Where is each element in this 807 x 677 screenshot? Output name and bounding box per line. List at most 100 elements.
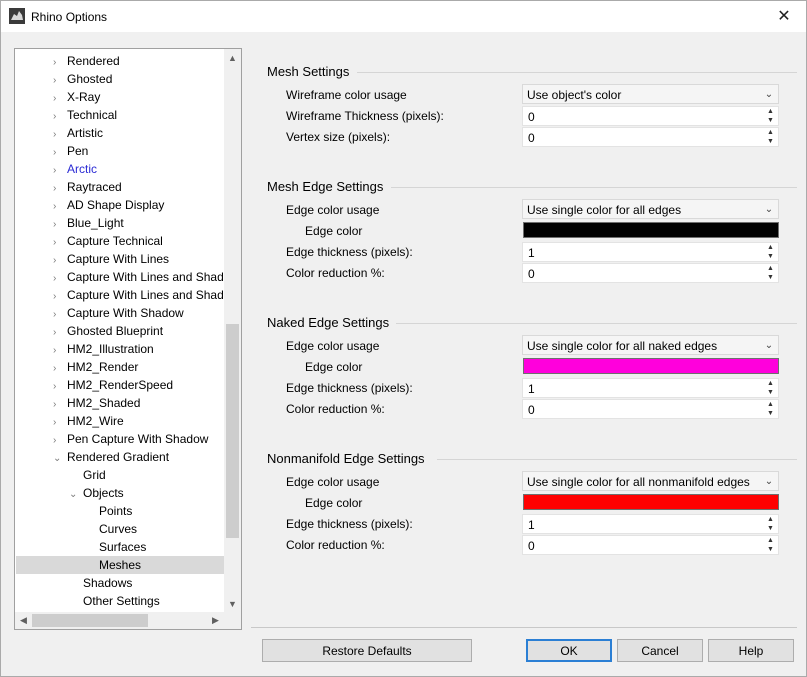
naked-edge-thickness-field[interactable]: 1 ▲ ▼ <box>522 378 779 398</box>
tree-item[interactable]: › HM2_Wire <box>15 412 124 430</box>
wireframe-thickness-field[interactable]: 0 ▲ ▼ <box>522 106 779 126</box>
tree-item[interactable]: › Ghosted <box>15 70 112 88</box>
tree-item[interactable]: Points <box>15 502 132 520</box>
hscroll-thumb[interactable] <box>32 614 148 627</box>
tree-item[interactable]: › Capture With Lines and Shado <box>15 268 230 286</box>
scroll-left-icon[interactable]: ◀ <box>15 612 32 629</box>
spin-up-icon[interactable]: ▲ <box>763 128 778 137</box>
tree-item[interactable]: › Blue_Light <box>15 214 124 232</box>
tree-item[interactable]: ⌄ Rendered Gradient <box>15 448 169 466</box>
options-tree[interactable]: › Rendered › Ghosted › X-Ray › Technical › Artist… <box>14 48 242 630</box>
edge-color-usage-dropdown[interactable]: Use single color for all edges ⌄ <box>522 199 779 219</box>
spin-down-icon[interactable]: ▼ <box>763 273 778 282</box>
spin-up-icon[interactable]: ▲ <box>763 515 778 524</box>
tree-item[interactable]: › Raytraced <box>15 178 122 196</box>
nonmanifold-reduction-field[interactable]: 0 ▲ ▼ <box>522 535 779 555</box>
tree-horizontal-scrollbar[interactable]: ◀ ▶ <box>15 612 224 629</box>
tree-item-label: Capture With Lines and Shado <box>67 288 231 302</box>
scroll-down-icon[interactable]: ▼ <box>224 595 241 612</box>
divider <box>396 323 797 324</box>
spin-down-icon[interactable]: ▼ <box>763 524 778 533</box>
tree-item[interactable]: › Ghosted Blueprint <box>15 322 163 340</box>
color-reduction-field[interactable]: 0 ▲ ▼ <box>522 263 779 283</box>
wireframe-color-dropdown[interactable]: Use object's color ⌄ <box>522 84 779 104</box>
spin-down-icon[interactable]: ▼ <box>763 409 778 418</box>
tree-item[interactable]: › Rendered <box>15 52 120 70</box>
tree-item[interactable]: › Capture With Lines <box>15 250 169 268</box>
chevron-down-icon[interactable]: ⌄ <box>760 336 778 354</box>
spin-down-icon[interactable]: ▼ <box>763 388 778 397</box>
naked-edge-color-usage-dropdown[interactable]: Use single color for all naked edges ⌄ <box>522 335 779 355</box>
nonmanifold-thickness-field[interactable]: 1 ▲ ▼ <box>522 514 779 534</box>
vertex-size-field[interactable]: 0 ▲ ▼ <box>522 127 779 147</box>
chevron-down-icon[interactable]: ⌄ <box>760 200 778 218</box>
tree-item[interactable]: Meshes <box>16 556 224 574</box>
tree-item[interactable]: › HM2_RenderSpeed <box>15 376 173 394</box>
tree-item-label: Curves <box>99 522 138 536</box>
tree-item[interactable]: › Pen <box>15 142 88 160</box>
tree-item[interactable]: › X-Ray <box>15 88 100 106</box>
naked-color-reduction-label: Color reduction %: <box>286 402 385 416</box>
tree-item[interactable]: › Artistic <box>15 124 103 142</box>
nonmanifold-color-usage-dropdown[interactable]: Use single color for all nonmanifold edg… <box>522 471 779 491</box>
spin-up-icon[interactable]: ▲ <box>763 400 778 409</box>
spin-up-icon[interactable]: ▲ <box>763 243 778 252</box>
cancel-button[interactable]: Cancel <box>617 639 703 662</box>
divider <box>437 459 797 460</box>
scroll-corner <box>224 612 241 629</box>
naked-color-reduction-field[interactable]: 0 ▲ ▼ <box>522 399 779 419</box>
tree-item[interactable]: › HM2_Render <box>15 358 138 376</box>
tree-item[interactable]: ⌄ Objects <box>15 484 124 502</box>
tree-item[interactable]: › Technical <box>15 106 117 124</box>
tree-item[interactable]: Surfaces <box>15 538 146 556</box>
tree-item[interactable]: › HM2_Illustration <box>15 340 154 358</box>
tree-vertical-scrollbar[interactable]: ▲ ▼ <box>224 49 241 612</box>
scroll-right-icon[interactable]: ▶ <box>207 612 224 629</box>
stepper[interactable]: ▲ ▼ <box>763 379 778 397</box>
stepper[interactable]: ▲ ▼ <box>763 400 778 418</box>
tree-item[interactable]: › Capture Technical <box>15 232 163 250</box>
spin-up-icon[interactable]: ▲ <box>763 264 778 273</box>
spin-down-icon[interactable]: ▼ <box>763 545 778 554</box>
tree-item[interactable]: Grid <box>15 466 106 484</box>
spin-up-icon[interactable]: ▲ <box>763 536 778 545</box>
spin-up-icon[interactable]: ▲ <box>763 107 778 116</box>
tree-item[interactable]: › Arctic <box>15 160 97 178</box>
spin-down-icon[interactable]: ▼ <box>763 137 778 146</box>
nonmanifold-color-swatch[interactable] <box>523 494 779 510</box>
scroll-thumb[interactable] <box>226 324 239 538</box>
restore-defaults-button[interactable]: Restore Defaults <box>262 639 472 662</box>
tree-item[interactable]: › HM2_Shaded <box>15 394 140 412</box>
stepper[interactable]: ▲ ▼ <box>763 536 778 554</box>
tree-item[interactable]: Curves <box>15 520 137 538</box>
spin-up-icon[interactable]: ▲ <box>763 379 778 388</box>
edge-thickness-field[interactable]: 1 ▲ ▼ <box>522 242 779 262</box>
ok-button[interactable]: OK <box>526 639 612 662</box>
tree-item-label: Points <box>99 504 133 518</box>
tree-item-label: Meshes <box>99 558 142 572</box>
stepper[interactable]: ▲ ▼ <box>763 515 778 533</box>
chevron-down-icon[interactable]: ⌄ <box>760 472 778 490</box>
close-icon[interactable]: ✕ <box>762 1 806 31</box>
help-button[interactable]: Help <box>708 639 794 662</box>
spin-down-icon[interactable]: ▼ <box>763 116 778 125</box>
stepper[interactable]: ▲ ▼ <box>763 243 778 261</box>
spin-down-icon[interactable]: ▼ <box>763 252 778 261</box>
tree-item-label: HM2_Shaded <box>67 396 141 410</box>
rhino-icon <box>9 8 25 24</box>
edge-thickness-label: Edge thickness (pixels): <box>286 245 413 259</box>
chevron-down-icon[interactable]: ⌄ <box>760 85 778 103</box>
tree-item[interactable]: › Capture With Lines and Shado <box>15 286 230 304</box>
scroll-up-icon[interactable]: ▲ <box>224 49 241 66</box>
stepper[interactable]: ▲ ▼ <box>763 107 778 125</box>
tree-item[interactable]: Shadows <box>15 574 132 592</box>
edge-color-swatch[interactable] <box>523 222 779 238</box>
naked-edge-color-swatch[interactable] <box>523 358 779 374</box>
tree-item[interactable]: › AD Shape Display <box>15 196 164 214</box>
tree-item[interactable]: › Pen Capture With Shadow <box>15 430 208 448</box>
stepper[interactable]: ▲ ▼ <box>763 264 778 282</box>
tree-item[interactable]: › Capture With Shadow <box>15 304 184 322</box>
stepper[interactable]: ▲ ▼ <box>763 128 778 146</box>
tree-item[interactable]: Other Settings <box>15 592 160 610</box>
tree-item-label: HM2_Render <box>67 360 139 374</box>
